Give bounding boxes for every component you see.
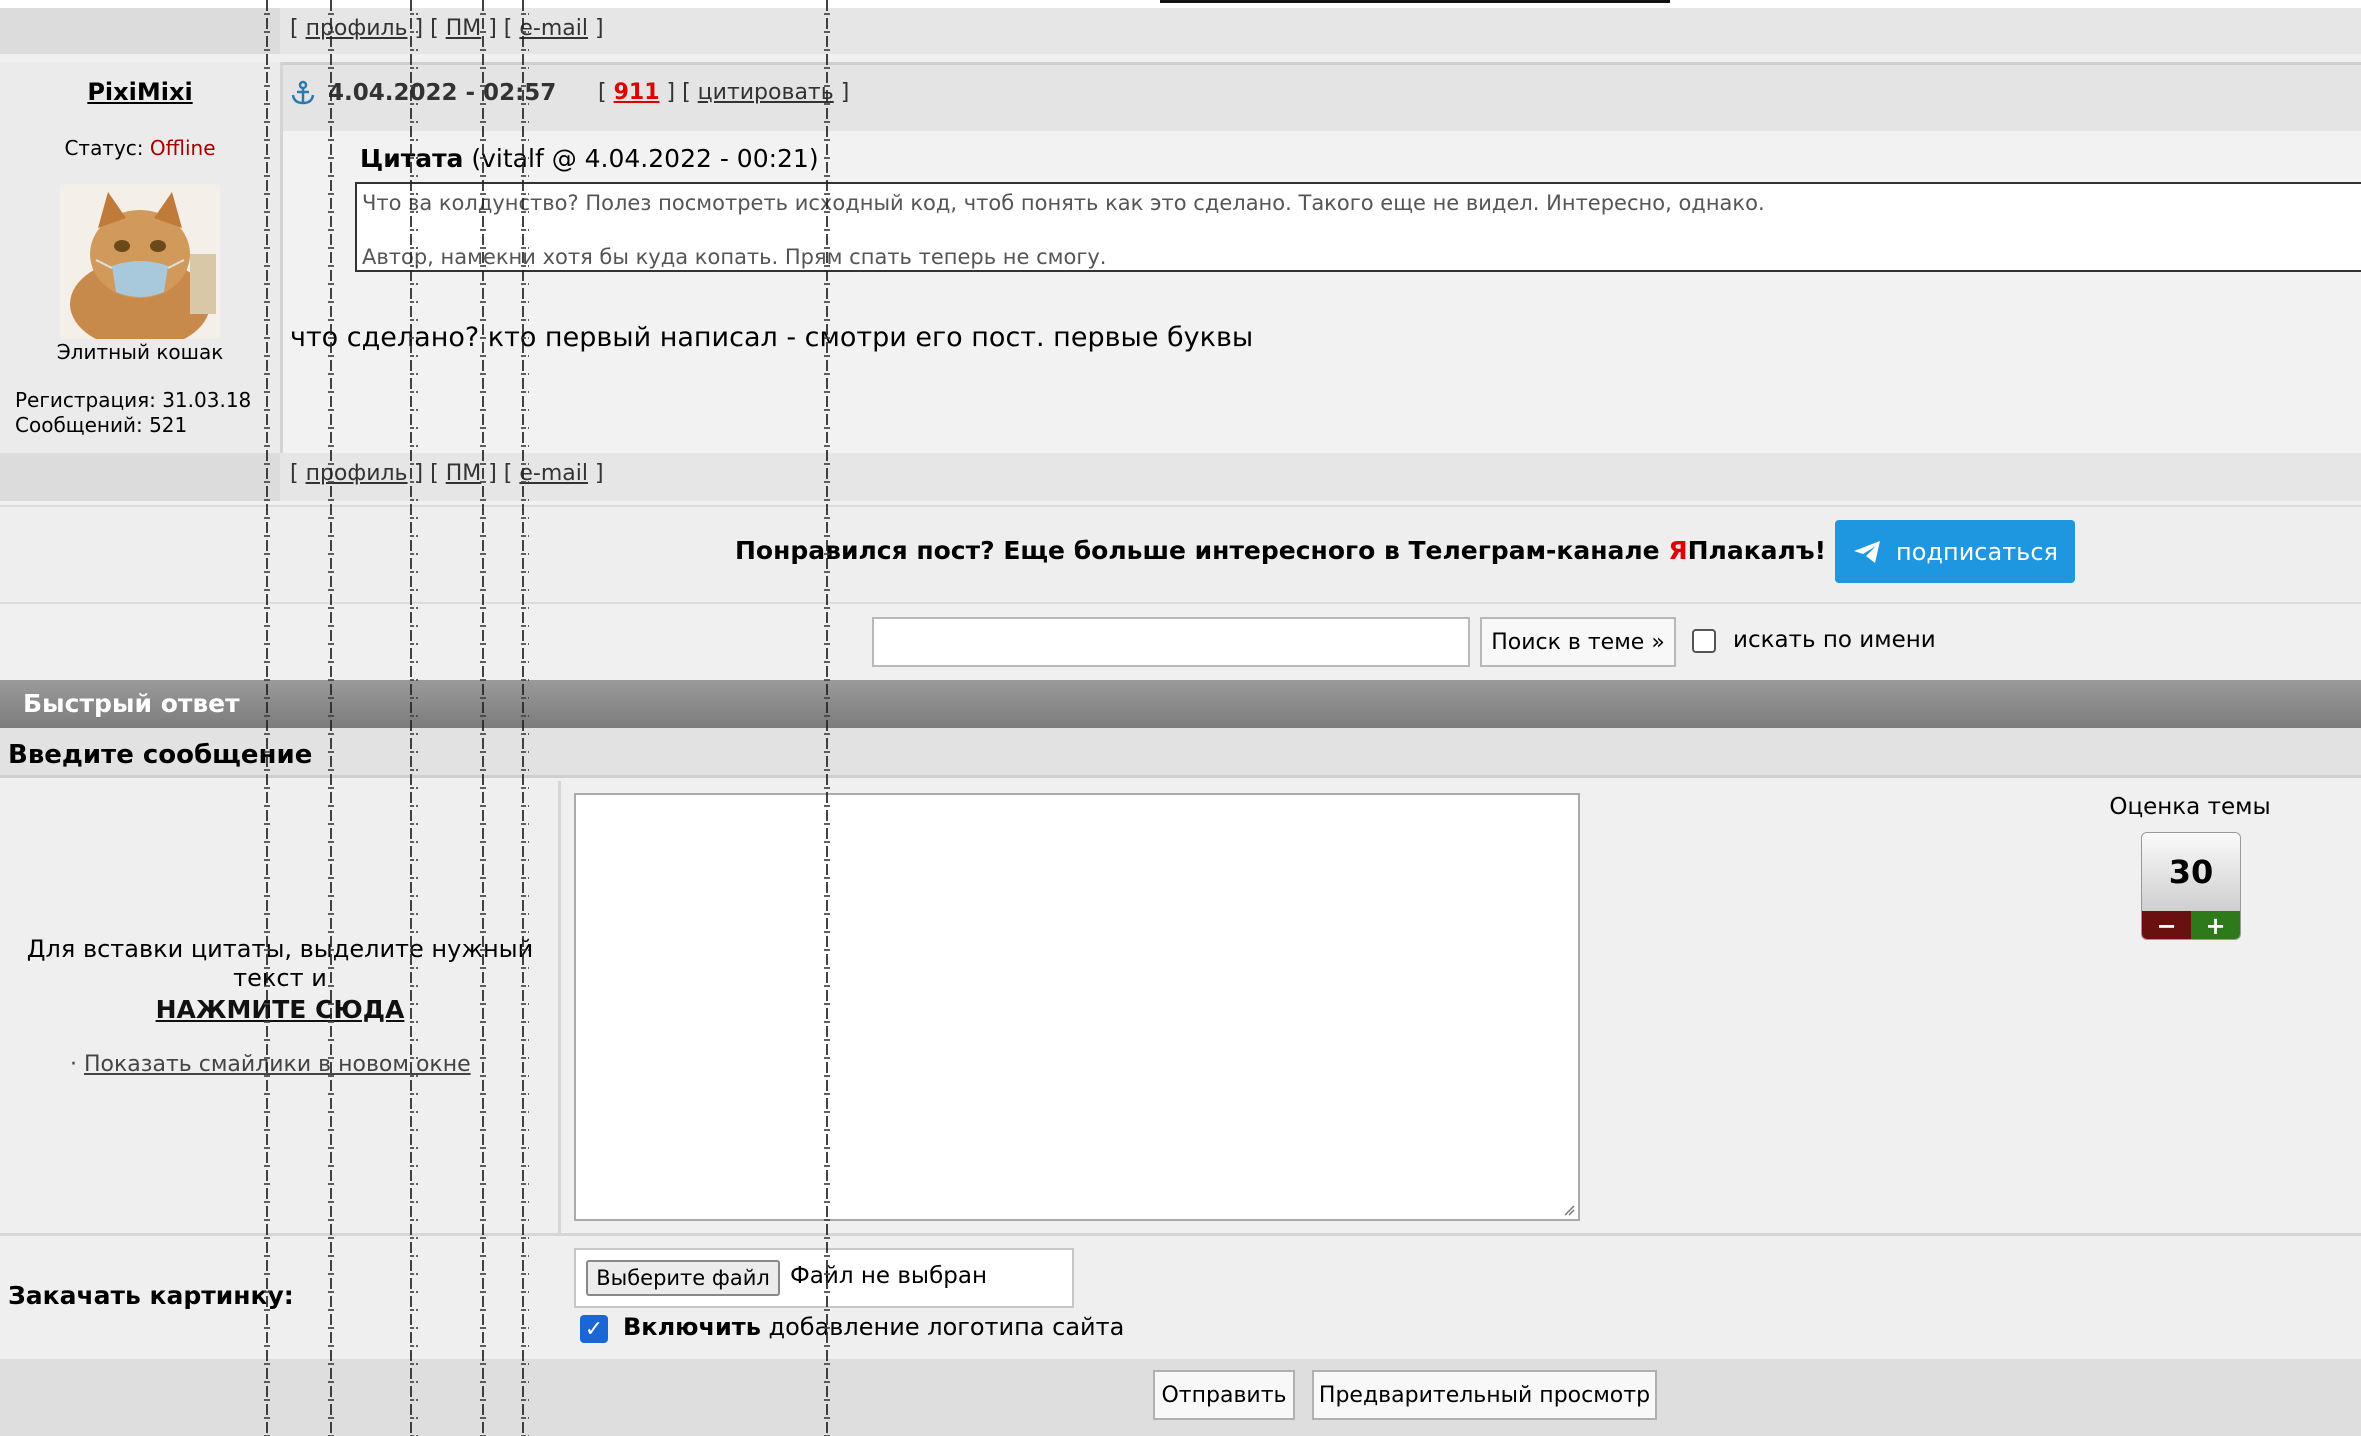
- glitch-lines: [264, 0, 832, 1436]
